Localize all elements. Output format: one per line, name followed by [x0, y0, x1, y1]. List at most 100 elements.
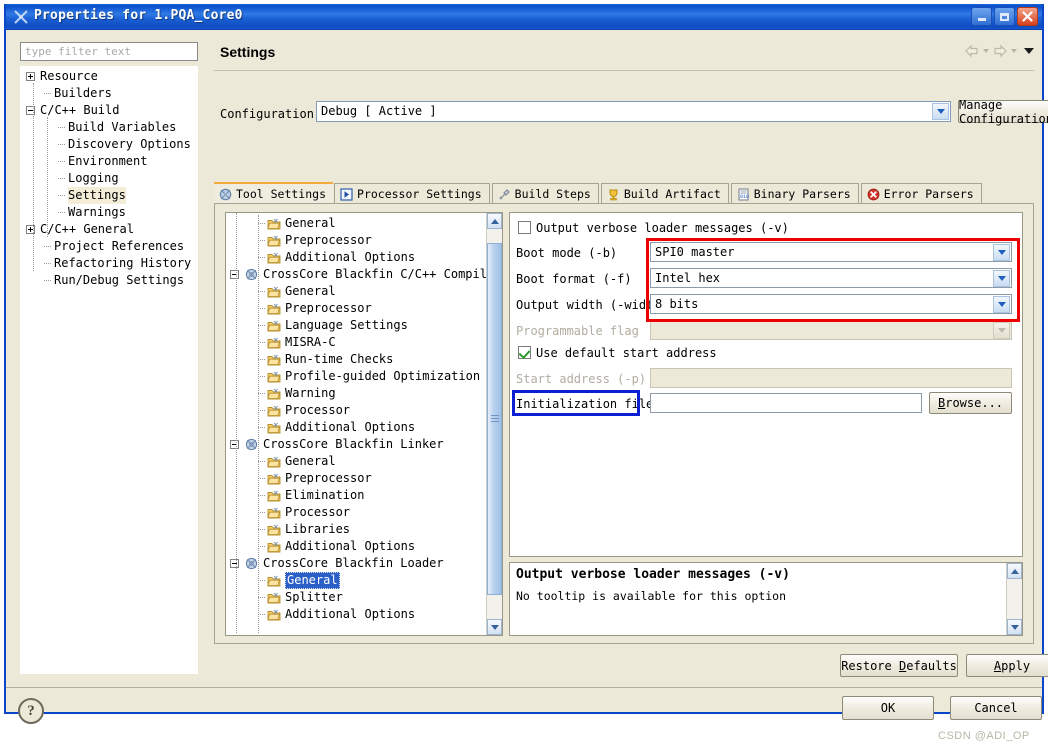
scroll-up-icon[interactable] — [1007, 563, 1022, 579]
tree-connector-line — [236, 213, 238, 633]
tool-tree-item[interactable]: General — [226, 453, 487, 470]
apply-button[interactable]: Apply — [966, 654, 1048, 677]
sidebar-item-project-references[interactable]: Project References — [20, 238, 198, 255]
sidebar-item-label: Discovery Options — [68, 137, 191, 151]
chevron-down-icon[interactable] — [993, 244, 1010, 261]
tool-tree-item[interactable]: General — [226, 283, 487, 300]
browse-button[interactable]: Browse... — [929, 392, 1012, 414]
tool-tree-item[interactable]: Profile-guided Optimization — [226, 368, 487, 385]
tool-tree-item[interactable]: Preprocessor — [226, 470, 487, 487]
scroll-down-icon[interactable] — [487, 619, 502, 635]
tool-tree-item[interactable]: CrossCore Blackfin Linker — [226, 436, 487, 453]
tool-tree-item[interactable]: General — [226, 572, 487, 589]
scrollbar-thumb[interactable] — [487, 243, 502, 595]
tool-tree[interactable]: General Preprocessor Additional Options Cro… — [225, 212, 503, 636]
minimize-button[interactable] — [971, 7, 992, 26]
manage-configurations-button[interactable]: Manage Configurations... — [958, 98, 1048, 126]
tool-tree-scrollbar[interactable] — [486, 213, 502, 635]
tool-tree-item[interactable]: Additional Options — [226, 419, 487, 436]
back-arrow-icon[interactable] — [964, 44, 980, 58]
tab-tool-settings[interactable]: Tool Settings — [214, 182, 334, 204]
tab-build-steps[interactable]: Build Steps — [491, 183, 599, 204]
sidebar-item-refactoring-history[interactable]: Refactoring History — [20, 255, 198, 272]
sidebar-item-run-debug-settings[interactable]: Run/Debug Settings — [20, 272, 198, 289]
forward-dropdown-caret-icon[interactable] — [1011, 49, 1017, 53]
tool-tree-item[interactable]: Processor — [226, 504, 487, 521]
view-menu-icon[interactable] — [1024, 48, 1034, 54]
filter-input[interactable]: type filter text — [20, 42, 198, 61]
tool-tree-item-label: Processor — [285, 403, 351, 417]
tool-tree-item[interactable]: MISRA-C — [226, 334, 487, 351]
tool-gear-icon — [245, 438, 258, 451]
chevron-down-icon[interactable] — [993, 270, 1010, 287]
help-question-icon[interactable]: ? — [18, 698, 44, 724]
forward-arrow-icon[interactable] — [992, 44, 1008, 58]
tree-connector — [58, 212, 65, 214]
tool-tree-item[interactable]: Splitter — [226, 589, 487, 606]
tool-tree-item-label: Profile-guided Optimization — [285, 369, 481, 383]
tool-tree-item-label: Preprocessor — [285, 471, 372, 485]
chevron-down-icon[interactable] — [993, 296, 1010, 313]
settings-category-tree[interactable]: Resource Builders C/C++ Build Build Variabl… — [20, 66, 198, 674]
tool-tree-item[interactable]: General — [226, 215, 487, 232]
tab-binary-parsers[interactable]: 010 Binary Parsers — [730, 183, 859, 204]
verbose-label: Output verbose loader messages (-v) — [536, 221, 789, 235]
cancel-button[interactable]: Cancel — [950, 696, 1042, 720]
verbose-checkbox[interactable] — [518, 221, 531, 234]
close-button[interactable] — [1017, 7, 1038, 26]
ok-button[interactable]: OK — [842, 696, 934, 720]
window-titlebar: Properties for 1.PQA_Core0 — [6, 4, 1042, 30]
tool-tree-item[interactable]: Processor — [226, 402, 487, 419]
configuration-value: Debug [ Active ] — [321, 104, 437, 118]
restore-defaults-button[interactable]: Restore Defaults — [840, 654, 958, 677]
output-width-combo[interactable]: 8 bits — [650, 294, 1012, 314]
tool-tree-item[interactable]: Elimination — [226, 487, 487, 504]
sidebar-item-resource[interactable]: Resource — [20, 68, 198, 85]
sidebar-item-builders[interactable]: Builders — [20, 85, 198, 102]
configuration-combo[interactable]: Debug [ Active ] — [316, 101, 951, 122]
tool-tree-item[interactable]: Language Settings — [226, 317, 487, 334]
tool-tree-item[interactable]: Preprocessor — [226, 232, 487, 249]
folder-icon — [267, 422, 281, 434]
tool-tree-item[interactable]: CrossCore Blackfin C/C++ Compiler — [226, 266, 487, 283]
tab-label: Build Artifact — [623, 187, 721, 201]
tool-tree-item[interactable]: Preprocessor — [226, 300, 487, 317]
processor-settings-icon — [340, 187, 353, 201]
chevron-down-icon[interactable] — [932, 103, 949, 120]
footer-divider — [6, 687, 1042, 688]
build-steps-icon — [498, 188, 511, 201]
error-parsers-icon — [867, 188, 880, 201]
back-dropdown-caret-icon[interactable] — [983, 49, 989, 53]
tool-tree-item-label: Language Settings — [285, 318, 408, 332]
tree-connector — [58, 127, 65, 129]
maximize-button[interactable] — [994, 7, 1015, 26]
initialization-file-input[interactable] — [650, 393, 922, 413]
scroll-down-icon[interactable] — [1007, 619, 1022, 635]
tool-tree-item[interactable]: Libraries — [226, 521, 487, 538]
tool-settings-icon — [219, 188, 232, 201]
scroll-up-icon[interactable] — [487, 213, 502, 229]
boot-format-combo[interactable]: Intel hex — [650, 268, 1012, 288]
boot-mode-combo[interactable]: SPI0 master — [650, 242, 1012, 262]
description-scrollbar[interactable] — [1006, 563, 1022, 635]
header-divider — [214, 70, 1034, 71]
tab-processor-settings[interactable]: Processor Settings — [334, 183, 490, 204]
tool-tree-item[interactable]: Additional Options — [226, 538, 487, 555]
scrollbar-grip — [491, 415, 499, 423]
filter-placeholder: type filter text — [25, 45, 131, 58]
tool-tree-item[interactable]: Run-time Checks — [226, 351, 487, 368]
expand-icon[interactable] — [26, 72, 35, 81]
tool-tree-item[interactable]: CrossCore Blackfin Loader — [226, 555, 487, 572]
tab-error-parsers[interactable]: Error Parsers — [860, 183, 982, 204]
page-nav-icons — [964, 44, 1034, 58]
window-controls — [971, 7, 1038, 26]
tool-tree-item[interactable]: Additional Options — [226, 249, 487, 266]
tool-tree-item[interactable]: Warning — [226, 385, 487, 402]
tool-tree-item[interactable]: Additional Options — [226, 606, 487, 623]
tab-build-artifact[interactable]: Build Artifact — [600, 183, 729, 204]
folder-icon — [267, 303, 281, 315]
use-default-start-address-checkbox[interactable] — [518, 346, 531, 359]
sidebar-item-label: Refactoring History — [54, 256, 192, 270]
tree-connector — [58, 195, 65, 197]
folder-icon — [267, 320, 281, 332]
